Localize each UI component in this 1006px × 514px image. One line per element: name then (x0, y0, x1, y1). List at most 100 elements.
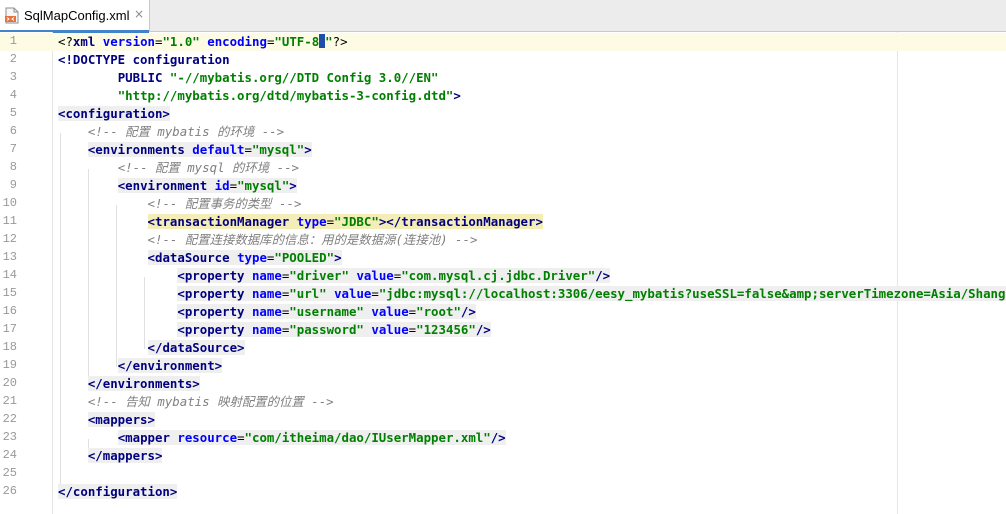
code-token: "JDBC" (334, 214, 379, 229)
code-token: </configuration> (58, 484, 178, 499)
code-line[interactable]: 8 <!-- 配置 mysql 的环境 --> (0, 159, 1006, 177)
code-token: <!DOCTYPE configuration (58, 52, 230, 67)
code-text: <!-- 配置 mysql 的环境 --> (58, 160, 299, 176)
code-token: type (237, 250, 267, 265)
line-number: 14 (2, 268, 17, 282)
line-number: 25 (2, 466, 17, 480)
code-line[interactable]: 19 </environment> (0, 357, 1006, 375)
code-token: xml (72, 34, 96, 49)
code-editor[interactable]: 1 <?xml version = "1.0" encoding = "UTF-8 "?> 2… (0, 33, 1006, 501)
code-token: "-//mybatis.org//DTD Config 3.0//EN" (169, 70, 439, 85)
code-token: "jdbc:mysql://localhost:3306/eesy_mybati… (378, 286, 1006, 301)
code-line[interactable]: 24 </mappers> (0, 447, 1006, 465)
code-token: "driver" (289, 268, 349, 283)
code-token: resource (177, 430, 238, 445)
code-text: <?xml version="1.0" encoding="UTF-8 "?> (58, 34, 348, 50)
code-line[interactable]: 6 <!-- 配置 mybatis 的环境 --> (0, 123, 1006, 141)
code-token: value (334, 286, 372, 301)
code-token: > (334, 250, 342, 265)
code-line[interactable]: 2 <!DOCTYPE configuration (0, 51, 1006, 69)
code-token: name (251, 286, 282, 301)
code-token: <!-- 配置 mysql 的环境 --> (117, 160, 299, 175)
code-line[interactable]: 23 <mapper resource="com/itheima/dao/IUs… (0, 429, 1006, 447)
line-number: 16 (2, 304, 17, 318)
code-token: ?> (332, 34, 348, 49)
code-line[interactable]: 9 <environment id="mysql"> (0, 177, 1006, 195)
code-token: <environment (117, 178, 215, 193)
code-line[interactable]: 14 <property name="driver" value="com.my… (0, 267, 1006, 285)
code-text: <mappers> (58, 412, 155, 428)
code-line[interactable]: 25 (0, 465, 1006, 483)
code-token: encoding (207, 34, 267, 49)
code-line[interactable]: 3 PUBLIC "-//mybatis.org//DTD Config 3.0… (0, 69, 1006, 87)
tab-sqlmapconfig[interactable]: SqlMapConfig.xml × (0, 0, 150, 33)
close-icon[interactable]: × (134, 7, 144, 21)
code-line[interactable]: 21 <!-- 告知 mybatis 映射配置的位置 --> (0, 393, 1006, 411)
code-token: <property (177, 304, 252, 319)
code-line[interactable]: 10 <!-- 配置事务的类型 --> (0, 195, 1006, 213)
code-token: <? (58, 34, 73, 49)
code-token: <!-- 配置连接数据库的信息：用的是数据源(连接池) --> (147, 232, 478, 247)
line-number: 21 (2, 394, 17, 408)
code-line[interactable]: 4 "http://mybatis.org/dtd/mybatis-3-conf… (0, 87, 1006, 105)
code-line[interactable]: 20 </environments> (0, 375, 1006, 393)
code-token: <mapper (117, 430, 178, 445)
code-line[interactable]: 22 <mappers> (0, 411, 1006, 429)
editor-tab-bar: SqlMapConfig.xml × (0, 0, 1006, 33)
line-number: 23 (2, 430, 17, 444)
code-text: <dataSource type="POOLED"> (58, 250, 342, 266)
code-line[interactable]: 5 <configuration> (0, 105, 1006, 123)
line-number: 7 (9, 142, 17, 156)
code-line[interactable]: 16 <property name="username" value="root… (0, 303, 1006, 321)
code-text: <environments default="mysql"> (58, 142, 312, 158)
code-line[interactable]: 26 </configuration> (0, 483, 1006, 501)
code-text: <environment id="mysql"> (58, 178, 297, 194)
code-text: <transactionManager type="JDBC"></transa… (58, 214, 543, 230)
code-token: " (325, 34, 333, 49)
code-token: "POOLED" (274, 250, 335, 265)
code-token: <property (177, 268, 252, 283)
code-token (326, 286, 335, 301)
code-line[interactable]: 15 <property name="url" value="jdbc:mysq… (0, 285, 1006, 303)
code-token: version (102, 34, 155, 49)
line-number: 26 (2, 484, 17, 498)
code-token: <dataSource (147, 250, 238, 265)
code-line[interactable]: 17 <property name="password" value="1234… (0, 321, 1006, 339)
code-line[interactable]: 7 <environments default="mysql"> (0, 141, 1006, 159)
line-number: 9 (9, 178, 17, 192)
code-line[interactable]: 11 <transactionManager type="JDBC"></tra… (0, 213, 1006, 231)
code-token: /> (460, 304, 476, 319)
code-token: <mappers> (87, 412, 155, 427)
code-token: > (289, 178, 297, 193)
code-line[interactable]: 13 <dataSource type="POOLED"> (0, 249, 1006, 267)
line-number: 24 (2, 448, 17, 462)
code-token: /> (475, 322, 491, 337)
code-line[interactable]: 12 <!-- 配置连接数据库的信息：用的是数据源(连接池) --> (0, 231, 1006, 249)
code-token: <environments (87, 142, 193, 157)
code-token: /> (595, 268, 611, 283)
code-token: = (326, 214, 335, 229)
code-line[interactable]: 18 </dataSource> (0, 339, 1006, 357)
line-number: 8 (9, 160, 17, 174)
code-text: <!-- 配置事务的类型 --> (58, 196, 302, 212)
line-number: 3 (9, 70, 17, 84)
code-token: "com/itheima/dao/IUserMapper.xml" (244, 430, 491, 445)
code-token: = (237, 430, 245, 445)
code-token: <!-- 配置事务的类型 --> (147, 196, 302, 211)
code-token: ></transactionManager> (378, 214, 543, 229)
line-number: 11 (2, 214, 17, 228)
code-token: default (192, 142, 245, 157)
code-text: </dataSource> (58, 340, 245, 356)
code-token: </environment> (117, 358, 223, 373)
code-line[interactable]: 1 <?xml version="1.0" encoding="UTF-8 "?> (0, 33, 1006, 51)
